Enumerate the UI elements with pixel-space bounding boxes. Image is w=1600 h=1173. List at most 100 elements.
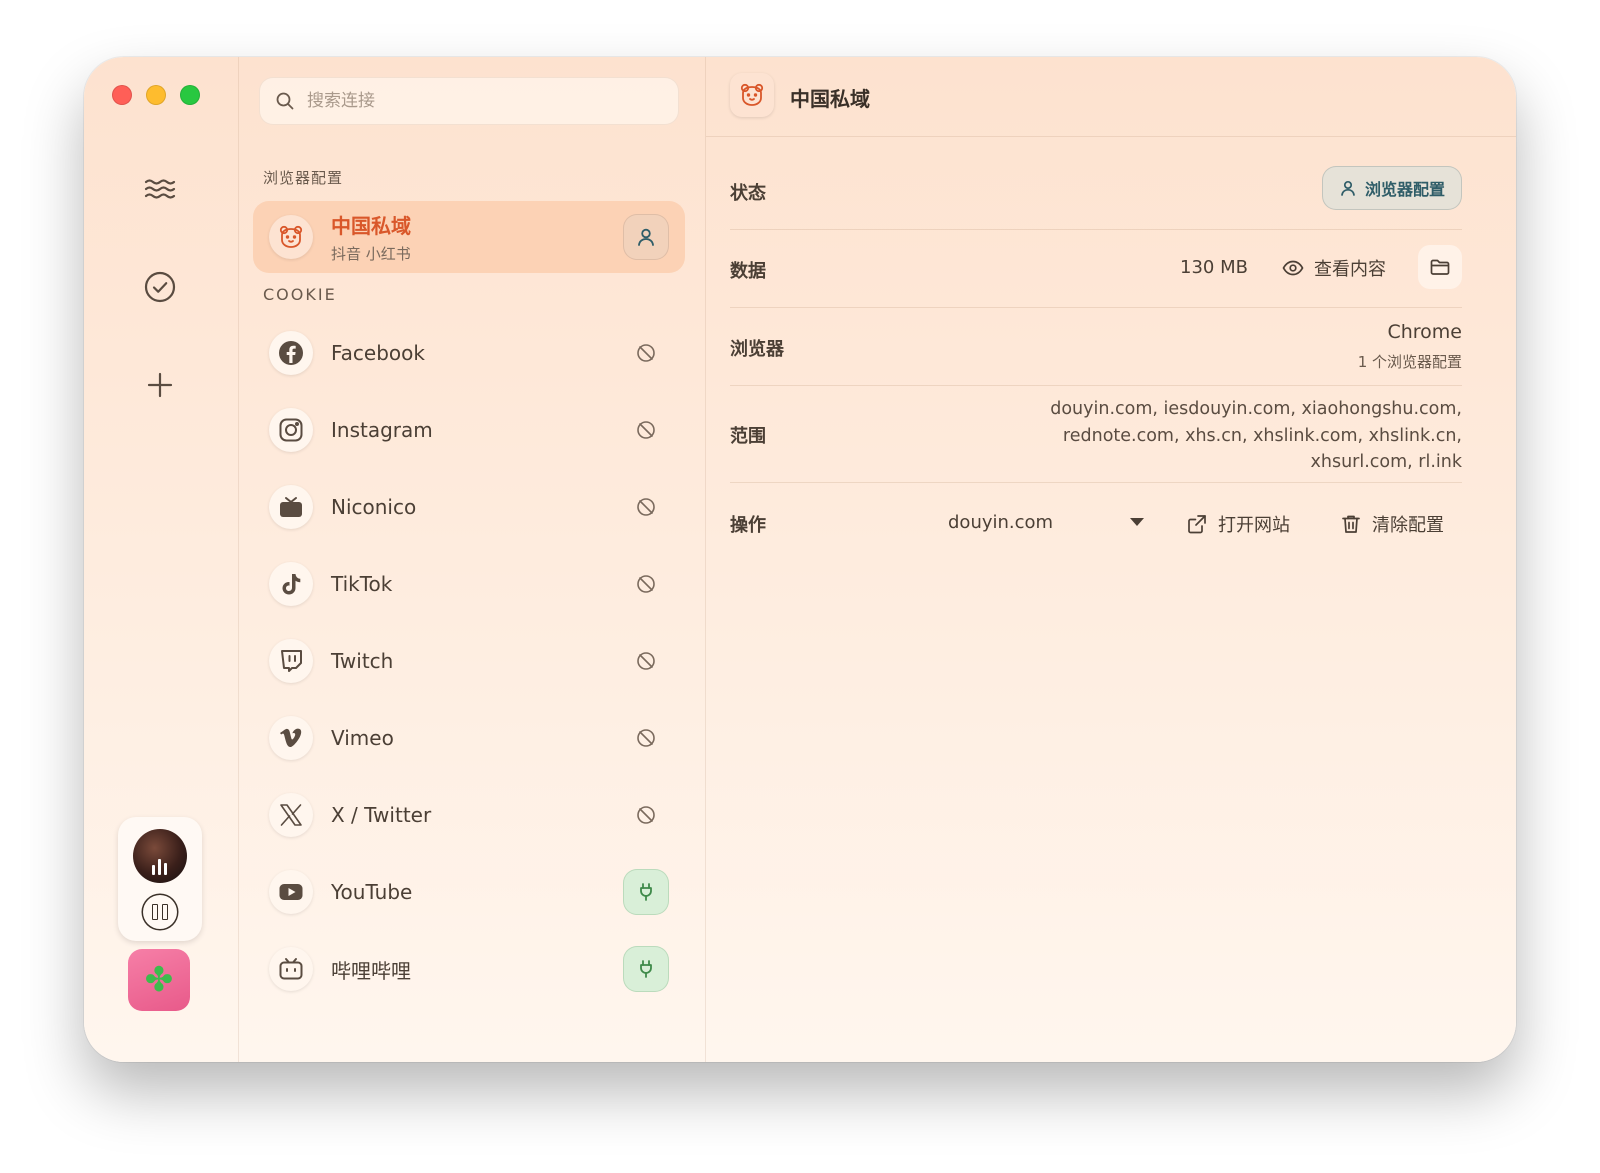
add-nav-button[interactable] xyxy=(130,355,190,415)
cookie-item-label: X / Twitter xyxy=(331,803,432,827)
search-input[interactable] xyxy=(305,90,669,112)
check-circle-icon xyxy=(144,271,176,303)
cookie-item-niconico[interactable]: Niconico xyxy=(253,471,685,543)
instagram-icon xyxy=(279,418,303,442)
section-label-cookie: COOKIE xyxy=(263,285,337,304)
disconnected-icon xyxy=(637,421,655,439)
clover-icon: ✤ xyxy=(144,960,174,1000)
open-website-label: 打开网站 xyxy=(1218,515,1290,536)
bear-icon xyxy=(740,83,764,106)
cookie-item-text: YouTube xyxy=(331,880,623,904)
browser-profile-button[interactable]: 浏览器配置 xyxy=(1322,166,1462,210)
profile-item-china-private[interactable]: 中国私域 抖音 小红书 xyxy=(253,201,685,273)
folder-icon xyxy=(1430,259,1450,275)
youtube-icon xyxy=(279,884,303,900)
chevron-down-icon xyxy=(1130,518,1144,526)
cookie-item-youtube[interactable]: YouTube xyxy=(253,856,685,928)
plug-icon xyxy=(640,960,652,978)
cookie-item-text: 哔哩哔哩 xyxy=(331,955,623,984)
plug-icon xyxy=(640,883,652,901)
detail-pane: 中国私域 状态 浏览器配置 数据 130 MB 查看内容 浏览器 Chrome … xyxy=(706,57,1516,1062)
cookie-item-label: 哔哩哔哩 xyxy=(331,958,411,983)
cookie-status-button[interactable] xyxy=(623,792,669,838)
cookie-item-facebook[interactable]: Facebook xyxy=(253,317,685,389)
actions-label: 操作 xyxy=(730,515,766,536)
detail-avatar xyxy=(730,73,774,117)
data-row: 数据 130 MB 查看内容 xyxy=(730,229,1462,308)
eye-icon xyxy=(1282,260,1304,276)
cookie-item-instagram[interactable]: Instagram xyxy=(253,394,685,466)
cookie-item-x-twitter[interactable]: X / Twitter xyxy=(253,779,685,851)
tiktok-icon-wrap xyxy=(269,562,313,606)
view-content-button[interactable]: 查看内容 xyxy=(1282,255,1386,281)
cookie-item-text: Instagram xyxy=(331,418,623,442)
bear-icon xyxy=(279,225,303,248)
facebook-icon-wrap xyxy=(269,331,313,375)
cookie-status-button[interactable] xyxy=(623,715,669,761)
external-link-icon xyxy=(1188,515,1206,534)
nav-rail: ✤ xyxy=(84,57,239,1062)
bilibili-icon-wrap xyxy=(269,947,313,991)
scope-line: douyin.com, iesdouyin.com, xiaohongshu.c… xyxy=(1050,399,1462,419)
cookie-item-vimeo[interactable]: Vimeo xyxy=(253,702,685,774)
x-icon xyxy=(280,804,302,826)
disconnected-icon xyxy=(637,498,655,516)
section-label-browser-profiles: 浏览器配置 xyxy=(263,169,344,187)
cookie-status-button[interactable] xyxy=(623,484,669,530)
browser-profile-button-label: 浏览器配置 xyxy=(1364,180,1445,199)
instagram-icon-wrap xyxy=(269,408,313,452)
disconnected-icon xyxy=(637,806,655,824)
connection-list-pane: 浏览器配置 中国私域 抖音 小红书 COOKIE xyxy=(239,57,706,1062)
mini-player xyxy=(118,817,202,941)
plus-icon xyxy=(147,372,173,398)
browser-profile-count: 1 个浏览器配置 xyxy=(1357,353,1462,371)
disconnected-icon xyxy=(637,729,655,747)
clear-profile-button[interactable]: 清除配置 xyxy=(1340,511,1444,537)
vimeo-icon xyxy=(280,728,302,748)
cookie-item-text: X / Twitter xyxy=(331,803,623,827)
tv-icon-wrap xyxy=(269,485,313,529)
twitch-icon-wrap xyxy=(269,639,313,683)
app-logo[interactable]: ✤ xyxy=(128,949,190,1011)
search-box xyxy=(259,77,679,125)
cookie-status-button[interactable] xyxy=(623,638,669,684)
cookie-item-label: Facebook xyxy=(331,341,425,365)
scope-domains: douyin.com, iesdouyin.com, xiaohongshu.c… xyxy=(1050,396,1462,476)
trash-icon xyxy=(1342,515,1360,533)
cookie-item-tiktok[interactable]: TikTok xyxy=(253,548,685,620)
cookie-status-button[interactable] xyxy=(623,869,669,915)
cookie-item-text: TikTok xyxy=(331,572,623,596)
album-art[interactable] xyxy=(133,829,187,883)
disconnected-icon xyxy=(637,575,655,593)
cookie-item-text: Niconico xyxy=(331,495,623,519)
open-website-button[interactable]: 打开网站 xyxy=(1186,511,1290,537)
cookie-item-twitch[interactable]: Twitch xyxy=(253,625,685,697)
cookie-status-button[interactable] xyxy=(623,407,669,453)
cookie-status-button[interactable] xyxy=(623,330,669,376)
detail-header: 中国私域 xyxy=(706,57,1516,137)
domain-select[interactable]: douyin.com xyxy=(948,500,1148,544)
cookie-status-button[interactable] xyxy=(623,561,669,607)
disconnected-icon xyxy=(637,652,655,670)
scope-line: rednote.com, xhs.cn, xhslink.com, xhslin… xyxy=(1062,425,1462,446)
scope-label: 范围 xyxy=(730,426,766,447)
cookie-item-label: Vimeo xyxy=(331,726,394,750)
twitch-icon xyxy=(281,650,302,672)
profile-action-button[interactable] xyxy=(623,214,669,260)
connections-nav-button[interactable] xyxy=(130,159,190,219)
youtube-icon-wrap xyxy=(269,870,313,914)
tasks-nav-button[interactable] xyxy=(130,257,190,317)
domain-select-value: douyin.com xyxy=(948,511,1054,533)
tv-icon xyxy=(280,497,302,517)
cookie-item-label: Twitch xyxy=(331,649,394,673)
cookie-item-text: Vimeo xyxy=(331,726,623,750)
bilibili-icon xyxy=(279,958,303,980)
browser-label: 浏览器 xyxy=(730,339,784,360)
open-folder-button[interactable] xyxy=(1418,245,1462,289)
pause-icon xyxy=(152,904,168,920)
scope-line: xhsurl.com, rl.ink xyxy=(1310,452,1462,472)
vimeo-icon-wrap xyxy=(269,716,313,760)
cookie-status-button[interactable] xyxy=(623,946,669,992)
pause-button[interactable] xyxy=(143,895,177,929)
cookie-item-bilibili[interactable]: 哔哩哔哩 xyxy=(253,933,685,1005)
